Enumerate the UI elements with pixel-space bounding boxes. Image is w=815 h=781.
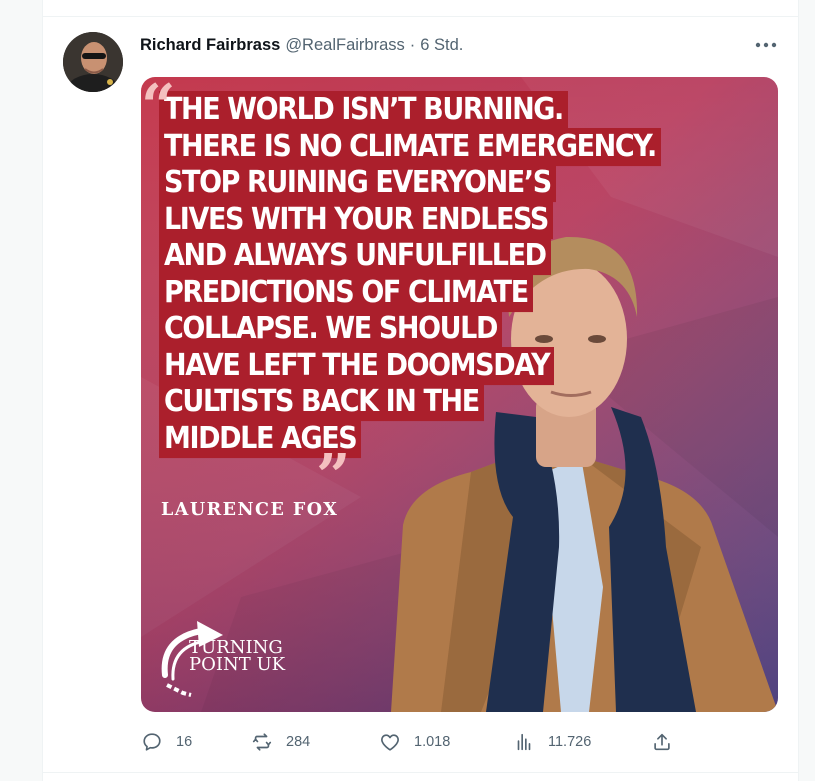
divider <box>43 772 798 773</box>
separator-dot: · <box>409 35 416 54</box>
views-button[interactable]: 11.726 <box>513 722 591 762</box>
open-quote-icon: “ <box>141 77 176 142</box>
avatar[interactable] <box>63 32 123 92</box>
tweet-actions: 16 284 1.018 11.726 <box>141 722 781 762</box>
reply-count: 16 <box>176 734 193 750</box>
tweet-header: Richard Fairbrass @RealFairbrass · 6 Std… <box>140 34 463 56</box>
retweet-count: 284 <box>286 734 311 750</box>
author-handle[interactable]: @RealFairbrass <box>285 36 404 55</box>
view-count: 11.726 <box>548 734 592 750</box>
divider <box>43 16 798 17</box>
retweet-icon <box>252 733 272 751</box>
tweet-column: Richard Fairbrass @RealFairbrass · 6 Std… <box>42 0 799 781</box>
share-icon <box>654 733 670 751</box>
author-name[interactable]: Richard Fairbrass <box>140 36 280 55</box>
like-button[interactable]: 1.018 <box>379 722 450 762</box>
more-icon <box>755 42 777 48</box>
quote-line: CULTISTS BACK IN THE <box>159 383 484 422</box>
views-icon <box>517 733 531 751</box>
reply-icon <box>143 733 161 751</box>
quote-line: LIVES WITH YOUR ENDLESS <box>159 200 553 239</box>
reply-button[interactable]: 16 <box>141 722 192 762</box>
quote-line: AND ALWAYS UNFULFILLED <box>159 237 551 276</box>
quote-attribution: LAURENCE FOX <box>161 500 339 520</box>
tweet-image[interactable]: THE WORLD ISN’T BURNING. THERE IS NO CLI… <box>141 77 778 712</box>
quote-line: HAVE LEFT THE DOOMSDAY <box>159 346 555 385</box>
timestamp[interactable]: 6 Std. <box>420 36 463 55</box>
quote-line: PREDICTIONS OF CLIMATE <box>159 273 533 312</box>
quote-line: STOP RUINING EVERYONE’S <box>159 164 556 203</box>
like-count: 1.018 <box>414 734 451 750</box>
quote-line: COLLAPSE. WE SHOULD <box>159 310 502 349</box>
retweet-button[interactable]: 284 <box>251 722 310 762</box>
quote-block: THE WORLD ISN’T BURNING. THERE IS NO CLI… <box>159 91 661 458</box>
logo-line: POINT UK <box>189 654 286 675</box>
close-quote-icon: ” <box>316 442 351 512</box>
turning-point-logo-text: TURNING POINT UK <box>189 639 286 675</box>
heart-icon <box>381 734 399 751</box>
more-options-button[interactable] <box>751 32 781 58</box>
quote-line: THERE IS NO CLIMATE EMERGENCY. <box>159 127 661 166</box>
quote-line: THE WORLD ISN’T BURNING. <box>159 91 568 130</box>
share-button[interactable] <box>651 722 673 762</box>
